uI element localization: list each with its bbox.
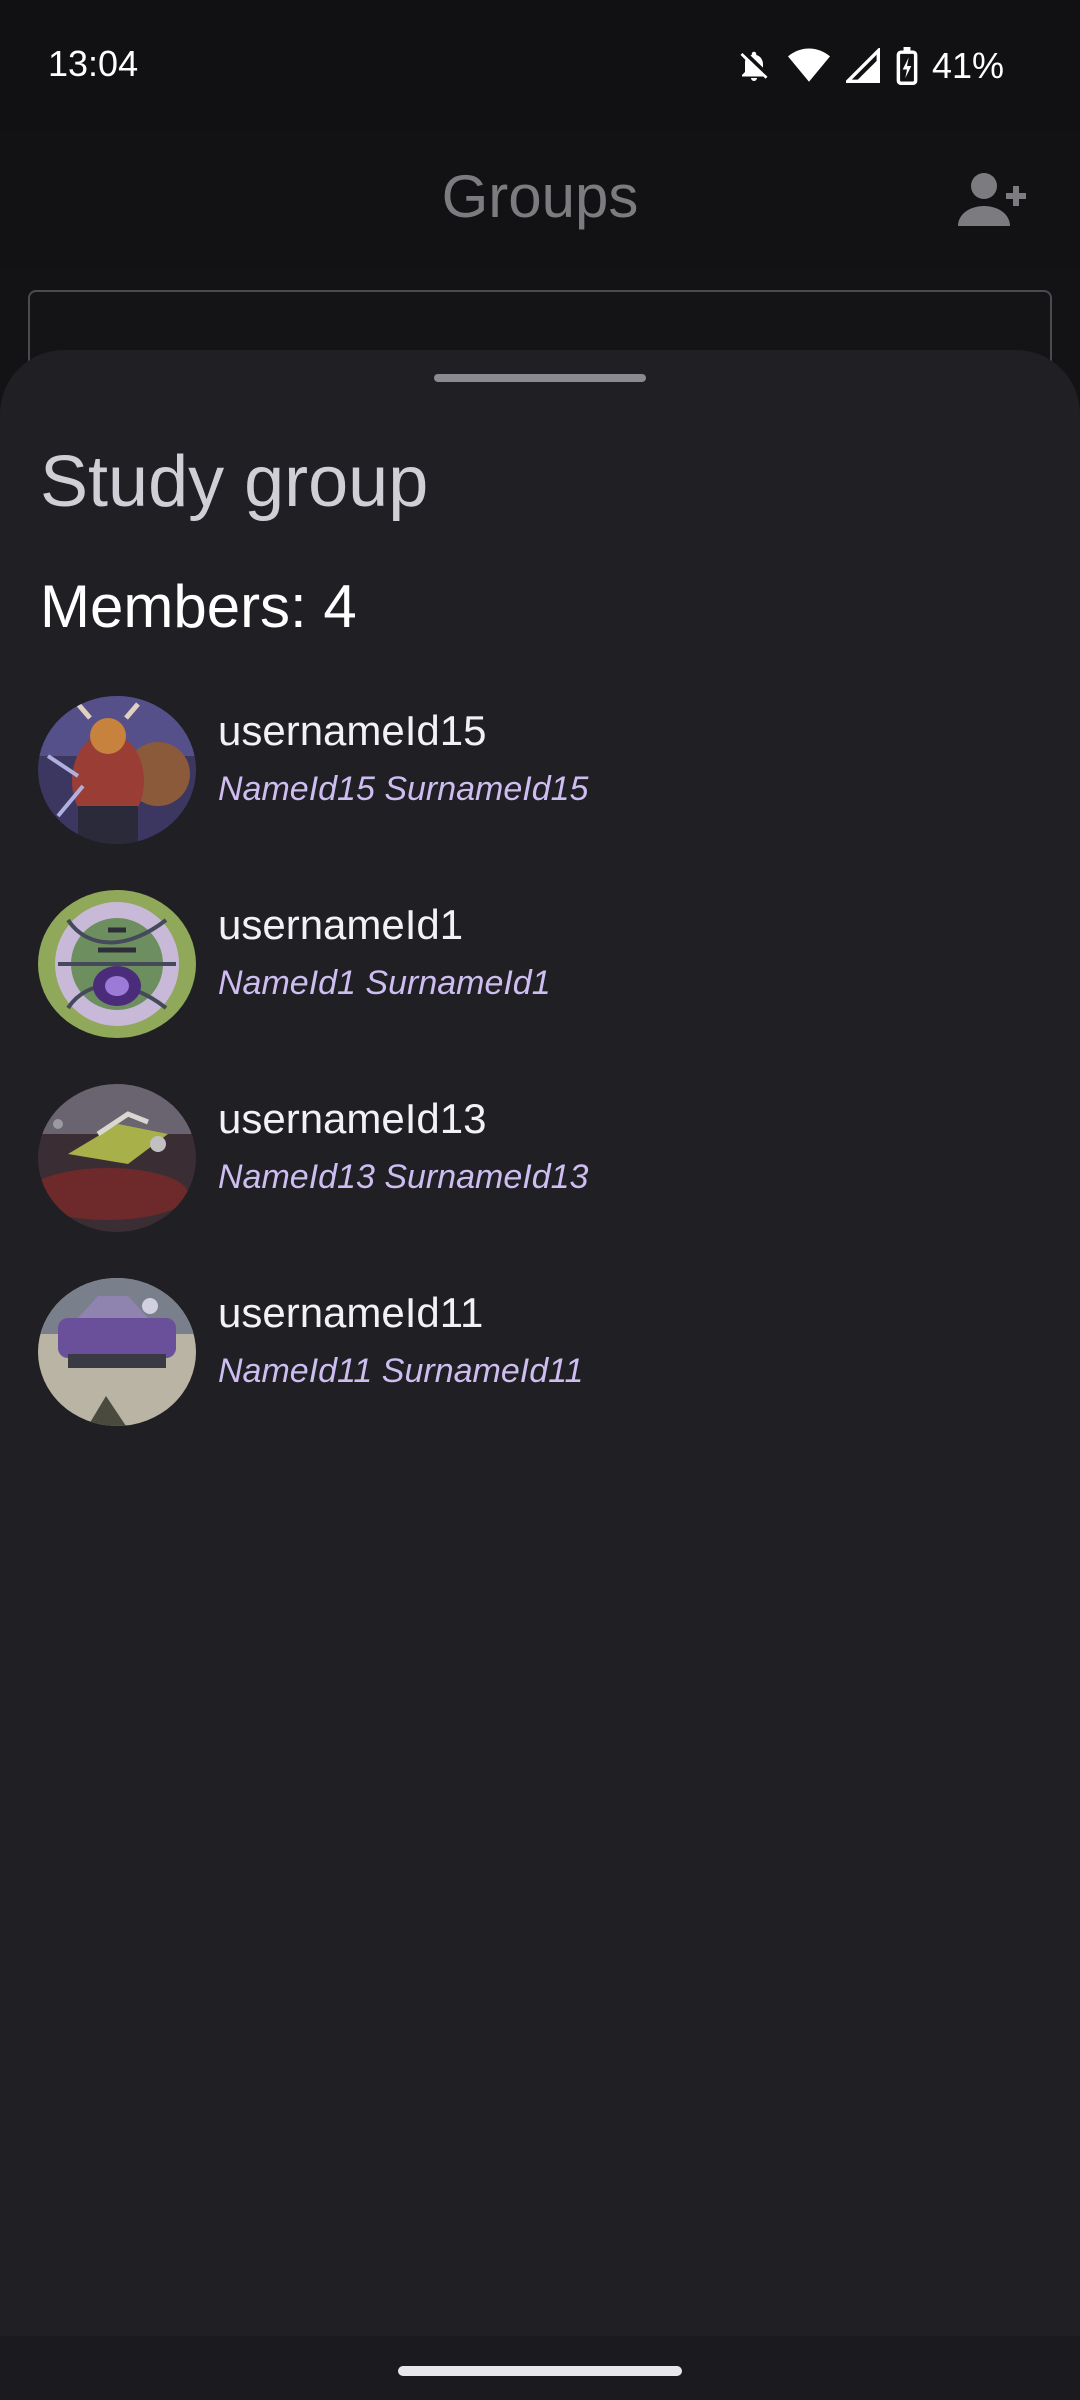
home-indicator[interactable] [398, 2366, 682, 2376]
member-username: usernameId15 [218, 707, 487, 754]
person-add-icon [958, 173, 1030, 234]
member-row[interactable]: usernameId13 NameId13 SurnameId13 [0, 1080, 1080, 1274]
member-avatar [38, 696, 196, 844]
member-row[interactable]: usernameId1 NameId1 SurnameId1 [0, 886, 1080, 1080]
member-row[interactable]: usernameId11 NameId11 SurnameId11 [0, 1274, 1080, 1468]
member-avatar [38, 890, 196, 1038]
member-avatar [38, 1278, 196, 1426]
member-full-name: NameId1 SurnameId1 [218, 964, 551, 1002]
signal-icon [845, 48, 880, 84]
member-avatar [38, 1084, 196, 1232]
member-row[interactable]: usernameId15 NameId15 SurnameId15 [0, 692, 1080, 886]
status-bar: 13:04 41% [0, 0, 1080, 130]
member-username: usernameId1 [218, 901, 464, 948]
member-username: usernameId13 [218, 1095, 487, 1142]
members-count: Members: 4 [40, 573, 357, 640]
bell-off-icon [736, 47, 772, 85]
app-title: Groups [441, 163, 639, 230]
member-list: usernameId15 NameId15 SurnameId15 userna… [0, 692, 1080, 1468]
member-username: usernameId11 [218, 1289, 484, 1336]
member-full-name: NameId15 SurnameId15 [218, 770, 589, 808]
member-full-name: NameId13 SurnameId13 [218, 1158, 589, 1196]
group-name: Study group [40, 442, 429, 522]
member-full-name: NameId11 SurnameId11 [218, 1352, 584, 1390]
group-details-sheet: Study group Members: 4 usernameId15 Name… [0, 350, 1080, 2400]
status-icons: 41% [736, 44, 1004, 88]
app-bar: Groups [0, 130, 1080, 270]
add-member-button[interactable] [958, 170, 1030, 230]
status-time: 13:04 [48, 43, 139, 84]
battery-percentage: 41% [931, 45, 1004, 86]
drag-handle[interactable] [434, 374, 646, 382]
screen: 13:04 41% Groups Study group Members: 4 … [0, 0, 1080, 2400]
navigation-bar [0, 2336, 1080, 2400]
wifi-icon [787, 48, 830, 84]
battery-charging-icon [896, 47, 918, 85]
